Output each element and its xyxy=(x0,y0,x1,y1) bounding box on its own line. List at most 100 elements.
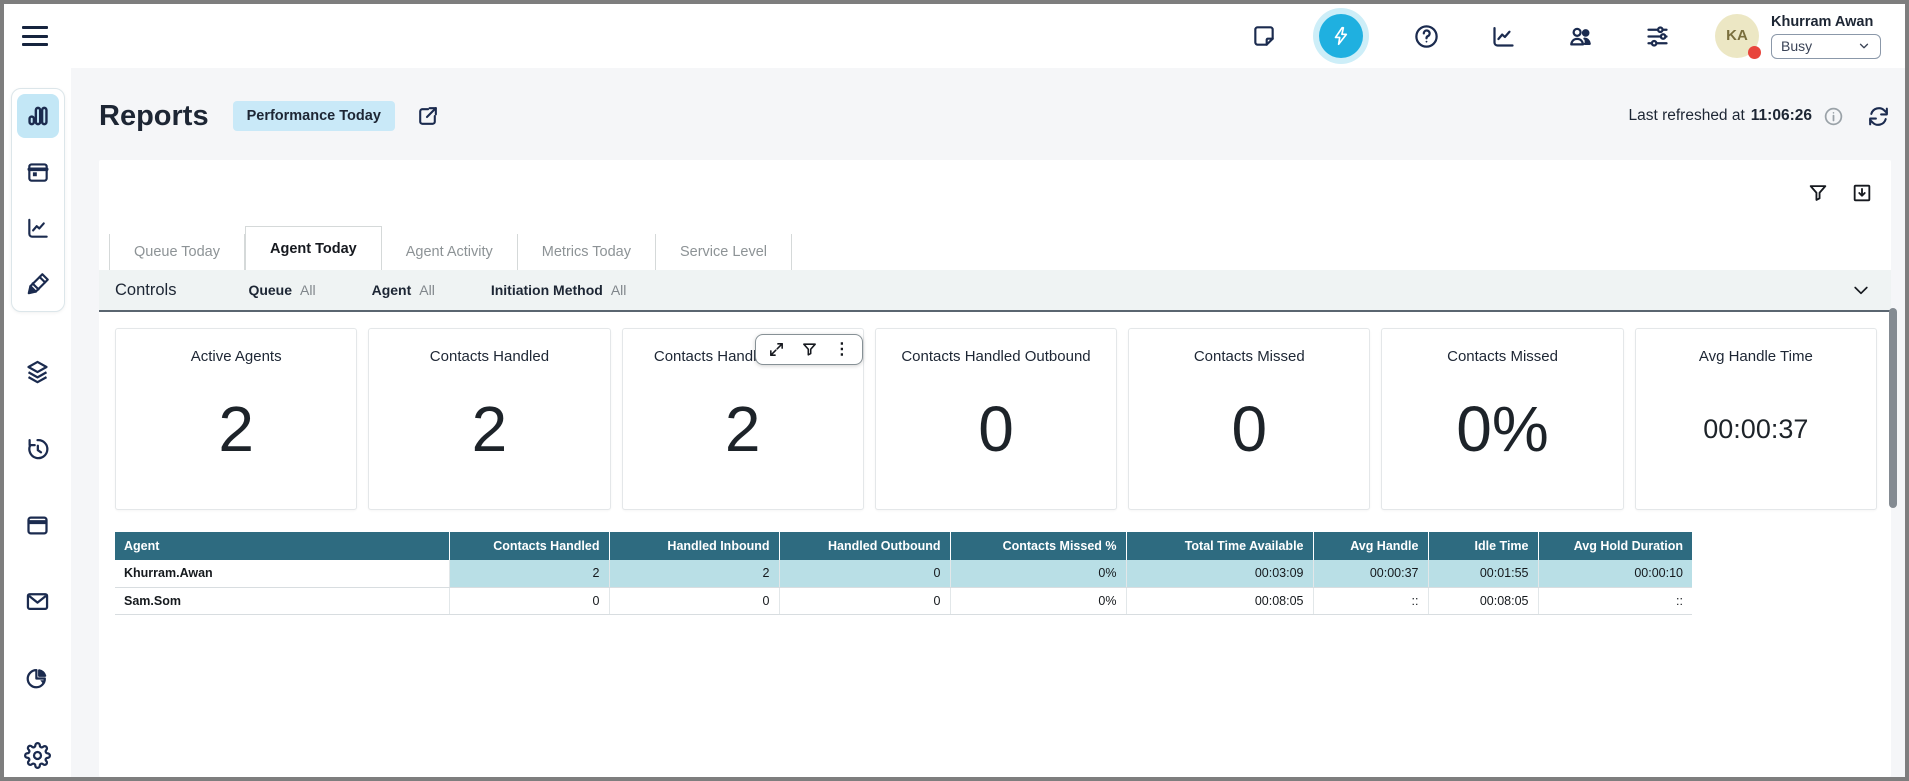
bar-chart-icon xyxy=(25,103,51,129)
avatar-initials: KA xyxy=(1726,27,1748,44)
status-select[interactable]: Busy xyxy=(1771,34,1881,59)
col-contacts-missed-pct[interactable]: Contacts Missed % xyxy=(950,532,1126,560)
card-contacts-handled[interactable]: Contacts Handled 2 xyxy=(368,328,610,510)
cell: 0 xyxy=(609,587,779,614)
tab-queue-today[interactable]: Queue Today xyxy=(109,234,245,270)
filter-initiation-method[interactable]: Initiation Method All xyxy=(491,282,627,298)
sidebar-item-reports[interactable] xyxy=(17,94,59,138)
filter-icon[interactable] xyxy=(1807,182,1829,204)
card-title: Contacts Missed xyxy=(1194,348,1305,365)
table-row[interactable]: Khurram.Awan 2 2 0 0% 00:03:09 00:00:37 … xyxy=(115,560,1692,587)
filter-agent-value: All xyxy=(419,282,435,298)
tab-metrics-today[interactable]: Metrics Today xyxy=(518,234,656,270)
sidebar-item-window[interactable] xyxy=(17,503,59,547)
sidebar-item-metrics[interactable] xyxy=(17,206,59,250)
card-contacts-handled-inbound[interactable]: Contacts Handled Inbound 2 xyxy=(622,328,864,510)
report-tabs: Queue Today Agent Today Agent Activity M… xyxy=(109,226,792,270)
sidebar-item-settings[interactable] xyxy=(17,733,59,777)
cell: 00:00:37 xyxy=(1313,560,1428,587)
filter-queue-value: All xyxy=(300,282,316,298)
tab-agent-activity[interactable]: Agent Activity xyxy=(382,234,518,270)
metric-cards: Active Agents 2 Contacts Handled 2 Conta… xyxy=(115,328,1877,510)
table-row[interactable]: Sam.Som 0 0 0 0% 00:08:05 :: 00:08:05 :: xyxy=(115,587,1692,614)
agent-table: Agent Contacts Handled Handled Inbound H… xyxy=(115,532,1692,615)
sidebar-item-history[interactable] xyxy=(17,427,59,471)
help-icon[interactable] xyxy=(1413,23,1440,50)
card-contacts-missed-pct[interactable]: Contacts Missed 0% xyxy=(1381,328,1623,510)
cell: 00:08:05 xyxy=(1428,587,1538,614)
col-agent[interactable]: Agent xyxy=(115,532,449,560)
card-contacts-missed[interactable]: Contacts Missed 0 xyxy=(1128,328,1370,510)
col-handled-inbound[interactable]: Handled Inbound xyxy=(609,532,779,560)
sidebar-item-dashboards[interactable] xyxy=(17,657,59,701)
analytics-icon[interactable] xyxy=(1490,23,1517,50)
line-chart-icon xyxy=(25,215,51,241)
report-panel: Queue Today Agent Today Agent Activity M… xyxy=(99,160,1891,777)
card-value: 0 xyxy=(1129,365,1369,509)
sidebar-item-customize[interactable] xyxy=(17,262,59,306)
tab-service-level[interactable]: Service Level xyxy=(656,234,792,270)
col-contacts-handled[interactable]: Contacts Handled xyxy=(449,532,609,560)
window-icon xyxy=(24,512,51,539)
col-handled-outbound[interactable]: Handled Outbound xyxy=(779,532,950,560)
page-title: Reports xyxy=(99,100,209,133)
col-avg-handle[interactable]: Avg Handle xyxy=(1313,532,1428,560)
main-content: Reports Performance Today Last refreshed… xyxy=(71,68,1905,777)
refresh-icon[interactable] xyxy=(1866,104,1891,129)
card-title: Active Agents xyxy=(191,348,282,365)
menu-icon[interactable] xyxy=(22,26,48,46)
card-active-agents[interactable]: Active Agents 2 xyxy=(115,328,357,510)
filter-initiation-value: All xyxy=(611,282,627,298)
info-icon[interactable] xyxy=(1823,106,1844,127)
table-header-row: Agent Contacts Handled Handled Inbound H… xyxy=(115,532,1692,560)
filter-initiation-label: Initiation Method xyxy=(491,282,603,298)
last-refreshed-time: 11:06:26 xyxy=(1751,107,1812,125)
status-value: Busy xyxy=(1781,38,1812,54)
filter-queue-label: Queue xyxy=(248,282,292,298)
collapse-chevron-icon[interactable] xyxy=(1851,280,1871,300)
card-avg-handle-time[interactable]: Avg Handle Time 00:00:37 xyxy=(1635,328,1877,510)
sliders-icon[interactable] xyxy=(1644,23,1671,50)
card-title: Contacts Handled Outbound xyxy=(901,348,1090,365)
report-badge[interactable]: Performance Today xyxy=(233,101,395,131)
sidebar-item-calendar[interactable] xyxy=(17,150,59,194)
col-total-time-available[interactable]: Total Time Available xyxy=(1126,532,1313,560)
card-value: 0% xyxy=(1382,365,1622,509)
external-link-icon[interactable] xyxy=(415,104,440,129)
tab-agent-today[interactable]: Agent Today xyxy=(245,226,382,270)
cell: 00:08:05 xyxy=(1126,587,1313,614)
filter-agent-label: Agent xyxy=(372,282,412,298)
cell: 0% xyxy=(950,587,1126,614)
cell: 00:03:09 xyxy=(1126,560,1313,587)
expand-icon[interactable] xyxy=(768,341,785,358)
mail-icon xyxy=(24,588,51,615)
pie-chart-icon xyxy=(24,665,51,692)
kebab-icon[interactable]: ⋮ xyxy=(834,342,850,358)
avatar[interactable]: KA xyxy=(1715,14,1759,58)
note-icon[interactable] xyxy=(1251,23,1277,49)
users-icon[interactable] xyxy=(1567,23,1594,50)
cell: 0 xyxy=(449,587,609,614)
filter-agent[interactable]: Agent All xyxy=(372,282,435,298)
col-idle-time[interactable]: Idle Time xyxy=(1428,532,1538,560)
cell: 00:01:55 xyxy=(1428,560,1538,587)
cell: :: xyxy=(1313,587,1428,614)
card-value: 0 xyxy=(876,365,1116,509)
user-name: Khurram Awan xyxy=(1771,14,1881,30)
filter-icon[interactable] xyxy=(801,341,818,358)
scrollbar-thumb[interactable] xyxy=(1889,308,1897,508)
top-bar: KA Khurram Awan Busy xyxy=(4,4,1905,68)
card-title: Contacts Handled xyxy=(430,348,549,365)
download-icon[interactable] xyxy=(1851,182,1873,204)
card-contacts-handled-outbound[interactable]: Contacts Handled Outbound 0 xyxy=(875,328,1117,510)
cell: 2 xyxy=(449,560,609,587)
col-avg-hold-duration[interactable]: Avg Hold Duration xyxy=(1538,532,1692,560)
sidebar-item-layers[interactable] xyxy=(17,350,59,394)
sidebar-item-mail[interactable] xyxy=(17,580,59,624)
cell-agent-name: Sam.Som xyxy=(115,587,449,614)
filter-queue[interactable]: Queue All xyxy=(248,282,315,298)
card-value: 2 xyxy=(116,365,356,509)
status-dot xyxy=(1748,46,1761,59)
lightning-icon[interactable] xyxy=(1319,14,1363,58)
controls-bar: Controls Queue All Agent All Initiation … xyxy=(99,270,1891,312)
